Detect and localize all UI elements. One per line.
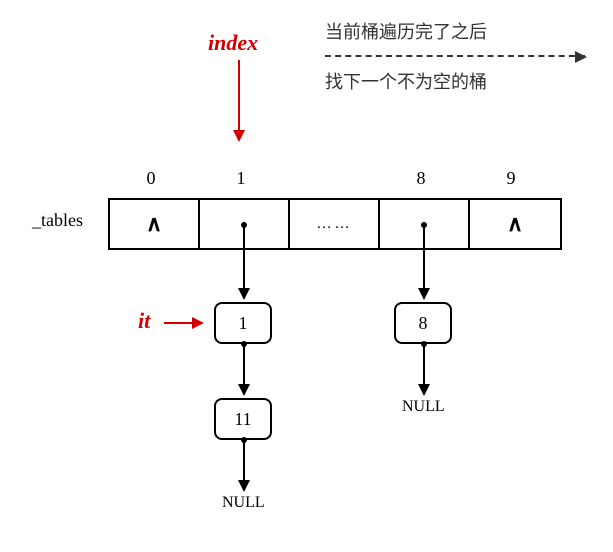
arrow-index-down [238, 60, 240, 140]
label-index: index [208, 30, 258, 56]
cell-index-0: 0 [106, 168, 196, 189]
node-11: 11 [214, 398, 272, 440]
table-row: ∧ …… ∧ [108, 198, 562, 250]
null-8: NULL [402, 398, 445, 416]
cell-ellipsis: …… [290, 200, 380, 248]
null-1: NULL [222, 494, 265, 512]
cell-index-9: 9 [466, 168, 556, 189]
ellipsis-text: …… [316, 215, 352, 233]
empty-symbol: ∧ [507, 211, 523, 237]
empty-symbol: ∧ [146, 211, 162, 237]
diagram-root: 当前桶遍历完了之后 找下一个不为空的桶 index _tables 0 1 8 … [0, 0, 613, 552]
node-8: 8 [394, 302, 452, 344]
label-tables: _tables [32, 210, 83, 231]
dashed-arrow [325, 55, 585, 57]
cell-0: ∧ [110, 200, 200, 248]
cell-9: ∧ [470, 200, 560, 248]
cell-index-1: 1 [196, 168, 286, 189]
note-line-1: 当前桶遍历完了之后 [325, 18, 487, 44]
arrow-it-right [164, 322, 202, 324]
node-1: 1 [214, 302, 272, 344]
label-it: it [138, 308, 150, 334]
note-line-2: 找下一个不为空的桶 [325, 68, 487, 94]
cell-index-8: 8 [376, 168, 466, 189]
